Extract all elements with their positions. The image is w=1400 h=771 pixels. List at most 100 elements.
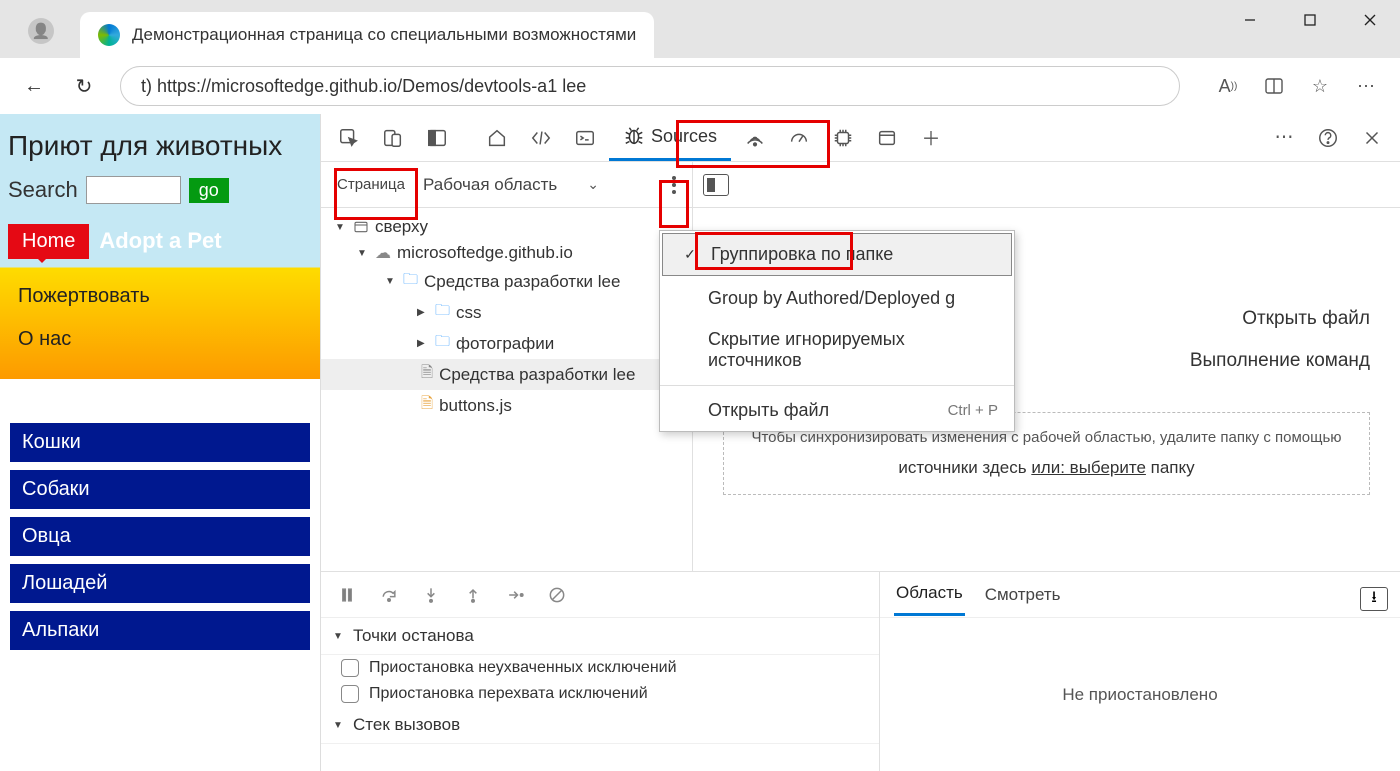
file-icon: 🗎 bbox=[421, 362, 433, 387]
separator bbox=[660, 385, 1014, 386]
refresh-button[interactable]: ↻ bbox=[70, 72, 98, 100]
tree-row[interactable]: ▼🗀Средства разработки lee bbox=[321, 266, 692, 297]
download-icon[interactable]: ⭳ bbox=[1360, 587, 1388, 611]
back-button[interactable]: ← bbox=[20, 72, 48, 100]
content-area: Приют для животных Search go Home Adopt … bbox=[0, 114, 1400, 771]
tree-row[interactable]: ▶🗀css bbox=[321, 297, 692, 328]
ctx-group-authored[interactable]: Group by Authored/Deployed g bbox=[660, 278, 1014, 319]
go-button[interactable]: go bbox=[189, 178, 229, 203]
ctx-group-by-folder[interactable]: ✓Группировка по папке bbox=[662, 233, 1012, 276]
inspect-icon[interactable] bbox=[329, 118, 369, 158]
watch-tab[interactable]: Смотреть bbox=[983, 575, 1063, 615]
checkbox-icon[interactable] bbox=[341, 659, 359, 677]
debugger-left: ▼Точки останова Приостановка неухваченны… bbox=[321, 572, 880, 771]
step-button[interactable] bbox=[497, 577, 533, 613]
devtools-toolbar: Sources ＋ ⋯ bbox=[321, 114, 1400, 162]
page-title: Приют для животных bbox=[0, 126, 320, 172]
devtools-panel: Sources ＋ ⋯ Страница Рабочая область bbox=[320, 114, 1400, 771]
read-aloud-icon[interactable]: A)) bbox=[1214, 72, 1242, 100]
donate-link[interactable]: Пожертвовать bbox=[0, 265, 320, 318]
application-icon[interactable] bbox=[867, 118, 907, 158]
page-pane: Приют для животных Search go Home Adopt … bbox=[0, 114, 320, 771]
checkbox-row[interactable]: Приостановка неухваченных исключений bbox=[321, 655, 879, 681]
elements-icon[interactable] bbox=[521, 118, 561, 158]
home-button[interactable]: Home bbox=[8, 224, 89, 259]
category-button[interactable]: Лошадей bbox=[10, 564, 310, 603]
device-icon[interactable] bbox=[373, 118, 413, 158]
welcome-icon[interactable] bbox=[477, 118, 517, 158]
category-button[interactable]: Альпаки bbox=[10, 611, 310, 650]
minimize-button[interactable] bbox=[1220, 0, 1280, 40]
check-icon: ✓ bbox=[679, 246, 701, 263]
tree-row[interactable]: 🗎buttons.js bbox=[321, 390, 692, 421]
console-icon[interactable] bbox=[565, 118, 605, 158]
kebab-menu-icon[interactable] bbox=[664, 176, 684, 194]
ctx-open-file[interactable]: Открыть файлCtrl + P bbox=[660, 390, 1014, 431]
page-tab[interactable]: Страница bbox=[329, 176, 413, 193]
sources-tab-row: Страница Рабочая область ⌄ bbox=[321, 162, 692, 208]
navigation-bar: ← ↻ t) https://microsoftedge.github.io/D… bbox=[0, 58, 1400, 114]
reader-icon[interactable] bbox=[1260, 72, 1288, 100]
search-row: Search go bbox=[0, 172, 320, 208]
folder-icon: 🗀 bbox=[435, 331, 450, 356]
category-list: Кошки Собаки Овца Лошадей Альпаки bbox=[0, 379, 320, 650]
performance-icon[interactable] bbox=[779, 118, 819, 158]
tree-row[interactable]: ▶🗀фотографии bbox=[321, 328, 692, 359]
not-paused-message: Не приостановлено bbox=[880, 618, 1400, 771]
tree-row-selected[interactable]: 🗎Средства разработки lee bbox=[321, 359, 692, 390]
sources-viewer-toolbar bbox=[693, 162, 1400, 208]
step-out-button[interactable] bbox=[455, 577, 491, 613]
file-tree: ▼сверху ▼☁microsoftedge.github.io ▼🗀Сред… bbox=[321, 208, 692, 427]
scope-tab[interactable]: Область bbox=[894, 573, 965, 616]
favorite-icon[interactable]: ☆ bbox=[1306, 72, 1334, 100]
page-hero: Приют для животных Search go Home Adopt … bbox=[0, 114, 320, 379]
adopt-link[interactable]: Adopt a Pet bbox=[99, 224, 221, 259]
edge-logo-icon bbox=[98, 24, 120, 46]
devtools-close-icon[interactable] bbox=[1352, 118, 1392, 158]
step-over-button[interactable] bbox=[371, 577, 407, 613]
category-button[interactable]: Овца bbox=[10, 517, 310, 556]
callstack-section[interactable]: ▼Стек вызовов bbox=[321, 707, 879, 744]
toggle-sidebar-icon[interactable] bbox=[703, 174, 729, 196]
file-icon: 🗎 bbox=[421, 393, 433, 418]
category-button[interactable]: Кошки bbox=[10, 423, 310, 462]
tab-title: Демонстрационная страница со специальным… bbox=[132, 25, 636, 45]
workspace-tab[interactable]: Рабочая область bbox=[413, 175, 567, 195]
checkbox-row[interactable]: Приостановка перехвата исключений bbox=[321, 681, 879, 707]
network-icon[interactable] bbox=[735, 118, 775, 158]
breakpoints-section[interactable]: ▼Точки останова bbox=[321, 618, 879, 655]
ctx-hide-ignored[interactable]: Скрытие игнорируемых источников bbox=[660, 319, 1014, 381]
context-menu: ✓Группировка по папке Group by Authored/… bbox=[659, 230, 1015, 432]
profile-icon[interactable] bbox=[28, 18, 54, 44]
tree-row[interactable]: ▼☁microsoftedge.github.io bbox=[321, 240, 692, 266]
memory-icon[interactable] bbox=[823, 118, 863, 158]
maximize-button[interactable] bbox=[1280, 0, 1340, 40]
add-tab-icon[interactable]: ＋ bbox=[911, 118, 951, 158]
window-controls bbox=[1220, 0, 1400, 40]
deactivate-breakpoints-button[interactable] bbox=[539, 577, 575, 613]
folder-icon: 🗀 bbox=[403, 269, 418, 294]
debugger-panel: ▼Точки останова Приостановка неухваченны… bbox=[321, 571, 1400, 771]
titlebar: Демонстрационная страница со специальным… bbox=[0, 0, 1400, 58]
browser-tab[interactable]: Демонстрационная страница со специальным… bbox=[80, 12, 654, 58]
pause-button[interactable] bbox=[329, 577, 365, 613]
address-bar[interactable]: t) https://microsoftedge.github.io/Demos… bbox=[120, 66, 1180, 106]
select-folder-link[interactable]: или: выберите bbox=[1031, 458, 1146, 477]
devtools-more-icon[interactable]: ⋯ bbox=[1264, 118, 1304, 158]
folder-icon: 🗀 bbox=[435, 300, 450, 325]
more-icon[interactable]: ⋯ bbox=[1352, 72, 1380, 100]
close-window-button[interactable] bbox=[1340, 0, 1400, 40]
search-label: Search bbox=[8, 177, 78, 203]
checkbox-icon[interactable] bbox=[341, 685, 359, 703]
help-icon[interactable] bbox=[1308, 118, 1348, 158]
step-into-button[interactable] bbox=[413, 577, 449, 613]
search-input[interactable] bbox=[86, 176, 181, 204]
bug-icon bbox=[623, 125, 645, 147]
debugger-tabs: Область Смотреть bbox=[880, 572, 1400, 618]
panel-icon[interactable] bbox=[417, 118, 457, 158]
category-button[interactable]: Собаки bbox=[10, 470, 310, 509]
tree-row[interactable]: ▼сверху bbox=[321, 214, 692, 240]
about-link[interactable]: О нас bbox=[0, 318, 320, 361]
chevron-down-icon[interactable]: ⌄ bbox=[587, 176, 599, 193]
sources-tab[interactable]: Sources bbox=[609, 114, 731, 161]
